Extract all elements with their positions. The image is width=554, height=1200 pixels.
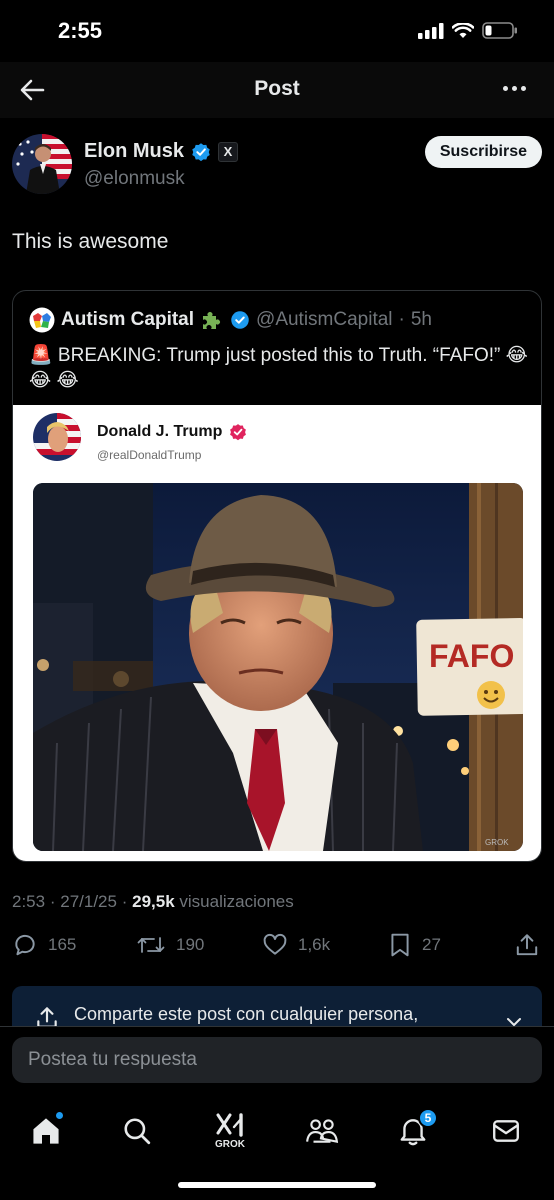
puzzle-piece-icon xyxy=(203,312,221,329)
share-icon xyxy=(516,934,538,956)
like-count: 1,6k xyxy=(298,935,331,954)
noir-portrait-image: FAFO GROK xyxy=(33,483,523,851)
quote-separator: · xyxy=(398,309,405,330)
communities-icon xyxy=(306,1119,339,1143)
cellular-signal-icon xyxy=(418,22,444,39)
author-avatar[interactable] xyxy=(12,134,72,194)
top-bar: Post xyxy=(0,62,554,118)
repost-button[interactable]: 190 xyxy=(136,932,204,958)
views-label: visualizaciones xyxy=(179,892,294,911)
share-button[interactable] xyxy=(514,932,540,958)
tab-messages[interactable] xyxy=(481,1106,531,1156)
post-date: 27/1/25 xyxy=(60,892,117,911)
subscribe-button[interactable]: Suscribirse xyxy=(424,136,542,168)
affiliate-x-badge: X xyxy=(218,141,239,162)
home-unread-dot xyxy=(56,1112,63,1119)
battery-icon xyxy=(482,22,517,39)
home-indicator[interactable] xyxy=(178,1182,376,1188)
embed-author-name-text: Donald J. Trump xyxy=(97,423,223,440)
bookmark-count: 27 xyxy=(422,935,441,954)
bookmark-icon xyxy=(391,933,409,957)
embed-author-handle: @realDonaldTrump xyxy=(97,448,202,462)
home-icon xyxy=(33,1118,59,1144)
quote-author-name[interactable]: Autism Capital xyxy=(61,309,194,331)
status-time: 2:55 xyxy=(58,18,103,43)
page-title: Post xyxy=(254,77,300,100)
post-metadata: 2:53 · 27/1/25 · 29,5k visualizaciones xyxy=(12,892,294,912)
tab-home[interactable] xyxy=(21,1106,71,1156)
verified-badge-icon xyxy=(192,142,210,161)
heart-icon xyxy=(263,933,287,955)
post-author: Elon Musk X @elonmusk Suscribirse xyxy=(12,132,542,196)
embed-avatar-image xyxy=(33,413,81,461)
repost-icon xyxy=(137,937,165,953)
share-banner-text: Comparte este post con cualquier persona… xyxy=(74,1004,419,1024)
search-icon xyxy=(124,1118,151,1145)
quote-author-handle[interactable]: @AutismCapital xyxy=(256,309,393,331)
quoted-post[interactable]: Autism Capital @AutismCapital · 5h 🚨 BRE… xyxy=(12,290,542,862)
reply-icon xyxy=(15,934,35,956)
reply-input[interactable] xyxy=(12,1037,542,1083)
more-dot-icon xyxy=(503,86,508,91)
embed-author-name: Donald J. Trump xyxy=(97,422,248,442)
verified-badge-icon xyxy=(230,424,247,441)
quote-text: 🚨 BREAKING: Trump just posted this to Tr… xyxy=(29,345,528,391)
quote-header: Autism Capital @AutismCapital · 5h xyxy=(29,307,432,333)
reply-button[interactable]: 165 xyxy=(12,932,76,958)
grok-icon xyxy=(216,1112,243,1137)
tab-search[interactable] xyxy=(112,1106,162,1156)
views-count: 29,5k xyxy=(132,892,175,911)
quoted-media[interactable]: Donald J. Trump @realDonaldTrump FAFO GR… xyxy=(13,405,541,861)
status-icons xyxy=(418,22,518,39)
verified-badge-icon xyxy=(231,311,249,329)
meta-separator: · xyxy=(121,892,128,911)
wifi-icon xyxy=(452,22,474,38)
mail-icon xyxy=(493,1120,519,1142)
more-dot-icon xyxy=(521,86,526,91)
quote-timestamp: 5h xyxy=(410,309,432,330)
grok-watermark: GROK xyxy=(485,838,509,847)
meta-separator: · xyxy=(49,892,56,911)
author-name[interactable]: Elon Musk X xyxy=(84,140,239,163)
avatar-image xyxy=(12,134,72,194)
grok-label: GROK xyxy=(215,1138,245,1150)
fafo-sign: FAFO xyxy=(416,617,523,716)
embed-avatar xyxy=(33,413,81,461)
author-handle[interactable]: @elonmusk xyxy=(84,168,185,190)
autism-capital-avatar xyxy=(29,307,55,333)
post-image[interactable]: FAFO GROK xyxy=(33,483,523,851)
repost-count: 190 xyxy=(176,935,205,954)
status-bar: 2:55 xyxy=(0,0,554,62)
reply-count: 165 xyxy=(48,935,77,954)
reply-composer xyxy=(0,1026,554,1096)
post-actions: 165 190 1,6k 27 xyxy=(12,932,542,964)
tab-notifications[interactable]: 5 xyxy=(388,1106,438,1156)
more-options-button[interactable] xyxy=(503,86,526,91)
tab-communities[interactable] xyxy=(297,1106,347,1156)
more-dot-icon xyxy=(512,86,517,91)
post-time: 2:53 xyxy=(12,892,46,911)
post-text: This is awesome xyxy=(12,230,169,253)
tab-grok[interactable]: GROK xyxy=(205,1106,255,1156)
author-name-text: Elon Musk xyxy=(84,140,185,162)
notifications-badge: 5 xyxy=(418,1108,438,1128)
fafo-sign-text: FAFO xyxy=(429,638,514,674)
bookmark-button[interactable]: 27 xyxy=(388,932,441,958)
like-button[interactable]: 1,6k xyxy=(262,932,330,958)
